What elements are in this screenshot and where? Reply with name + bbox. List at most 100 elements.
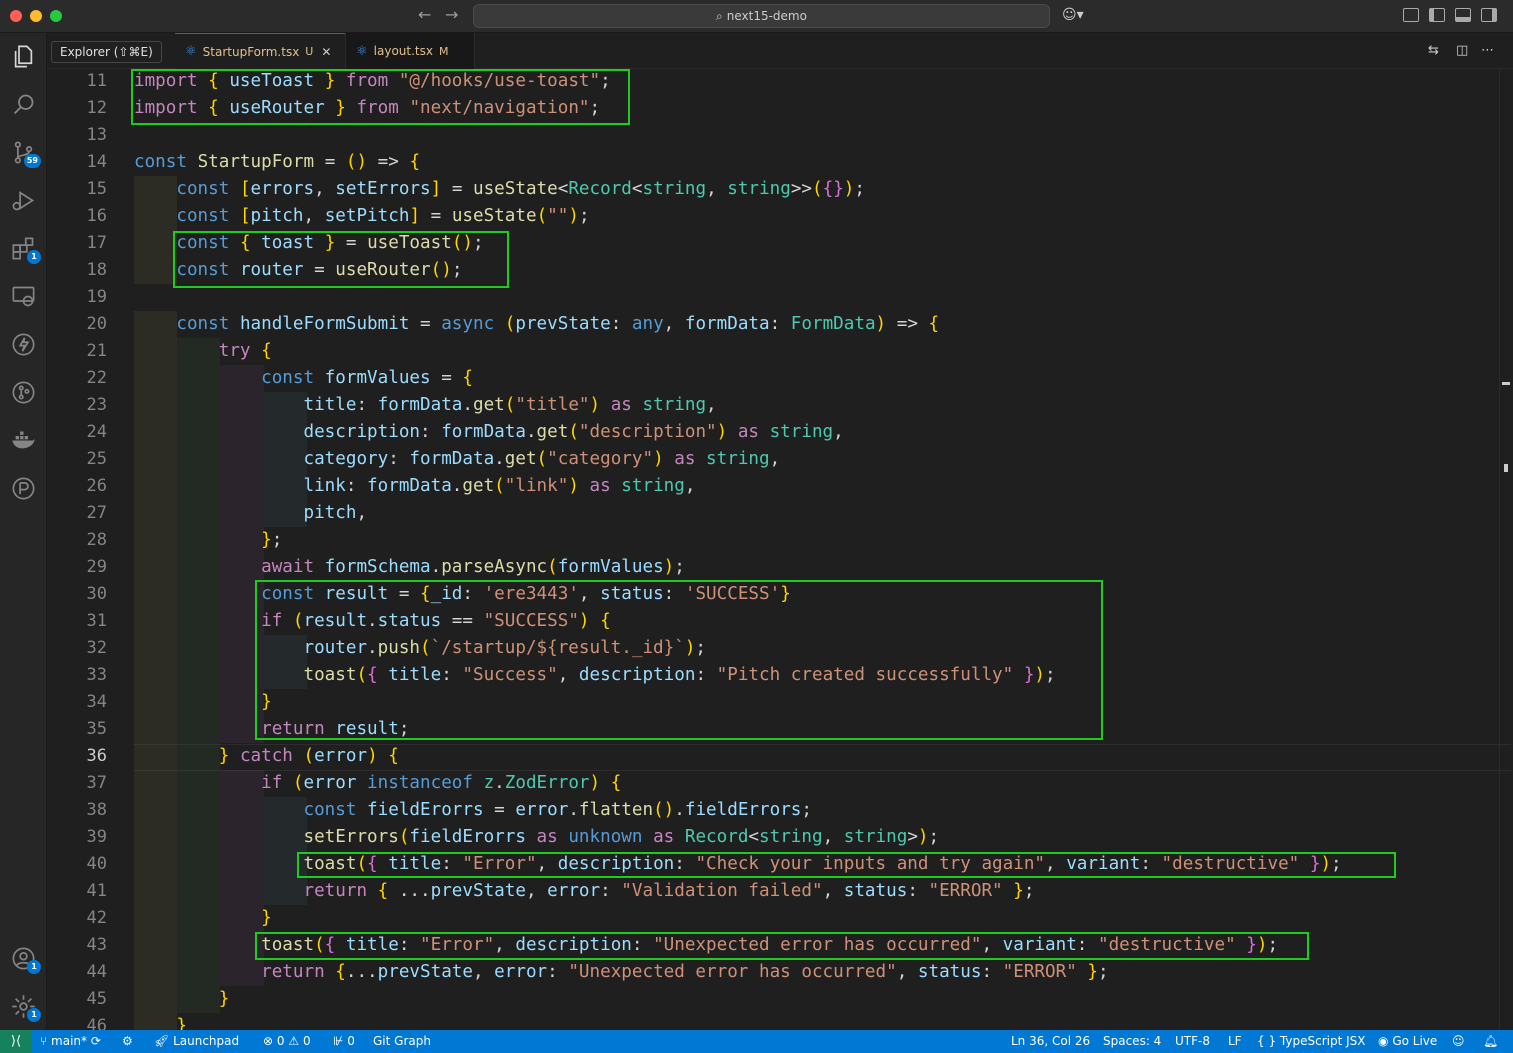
account-icon[interactable]: 1: [10, 945, 41, 974]
run-debug-icon[interactable]: [10, 187, 37, 214]
error-count: 0: [276, 1034, 285, 1048]
line-number: 32: [86, 638, 107, 658]
react-icon: ⚛: [356, 43, 368, 59]
split-editor-icon[interactable]: ◫: [1456, 43, 1468, 58]
minimize-window-button[interactable]: [30, 10, 42, 22]
tab-status-modified: M: [438, 44, 449, 58]
code-editor[interactable]: 11 12 13 14 15 16 17 18 19 20 21 22 23 24 25 26 27 28 29 30…: [47, 69, 1513, 1030]
line-number: 17: [86, 233, 107, 253]
line-number: 42: [86, 908, 107, 928]
code-line: pitch,: [303, 503, 368, 523]
code-line: title: formData.get("title") as string,: [303, 395, 717, 415]
toggle-panel-icon[interactable]: [1455, 8, 1471, 22]
highlight-box-error-toast: [255, 932, 1309, 960]
lightning-icon[interactable]: [10, 331, 37, 358]
line-number: 24: [86, 422, 107, 442]
activity-bar: 59 1 1 1: [0, 33, 47, 1030]
toggle-secondary-sidebar-icon[interactable]: [1481, 8, 1497, 22]
vertical-scrollbar[interactable]: [1499, 69, 1513, 1030]
extensions-icon[interactable]: 1: [10, 235, 41, 264]
copilot-status-icon[interactable]: ☺: [1452, 1030, 1465, 1053]
code-line: }: [176, 1016, 187, 1030]
highlight-box-imports: [131, 69, 630, 125]
remote-explorer-icon[interactable]: [10, 283, 37, 310]
line-number: 20: [86, 314, 107, 334]
toggle-primary-sidebar-icon[interactable]: [1429, 8, 1445, 22]
line-number: 29: [86, 557, 107, 577]
end-of-line[interactable]: LF: [1228, 1030, 1242, 1053]
customize-layout-icon[interactable]: [1403, 8, 1419, 22]
language-mode[interactable]: { } TypeScript JSX: [1257, 1030, 1365, 1053]
line-number: 25: [86, 449, 107, 469]
code-line: }: [261, 908, 272, 928]
ports-indicator[interactable]: ⊮ 0: [333, 1030, 355, 1053]
language-label: TypeScript JSX: [1279, 1034, 1366, 1048]
tab-status-untracked: U: [305, 45, 314, 58]
code-line: const handleFormSubmit = async (prevStat…: [176, 314, 940, 334]
code-line: } catch (error) {: [218, 746, 399, 766]
gitlens-icon[interactable]: ⚙: [122, 1030, 133, 1053]
encoding[interactable]: UTF-8: [1175, 1030, 1210, 1053]
scrollbar-marker: [1502, 382, 1510, 385]
timeline-icon[interactable]: [10, 475, 37, 502]
status-bar: ⟩⟨ ⑂ main* ⟳ ⚙ 🚀︎ Launchpad ⊗ 0 ⚠ 0 ⊮ 0 …: [0, 1030, 1513, 1053]
tab-startupform[interactable]: ⚛ StartupForm.tsx U ✕: [175, 33, 345, 69]
line-number: 23: [86, 395, 107, 415]
line-number: 41: [86, 881, 107, 901]
warning-count: 0: [302, 1034, 311, 1048]
back-arrow-icon[interactable]: ←: [418, 5, 431, 24]
line-number: 30: [86, 584, 107, 604]
search-icon[interactable]: [10, 91, 37, 118]
source-control-icon[interactable]: 59: [10, 139, 41, 168]
launchpad-item[interactable]: 🚀︎ Launchpad: [154, 1030, 239, 1053]
line-number: 46: [86, 1016, 107, 1030]
git-graph-icon[interactable]: [10, 379, 37, 406]
close-icon[interactable]: ✕: [321, 45, 331, 59]
line-number: 34: [86, 692, 107, 712]
settings-gear-icon[interactable]: 1: [10, 993, 41, 1022]
open-changes-icon[interactable]: ⇆: [1428, 43, 1439, 58]
files-icon[interactable]: [10, 43, 37, 70]
cursor-position[interactable]: Ln 36, Col 26: [1011, 1030, 1090, 1053]
docker-icon[interactable]: [10, 427, 37, 454]
code-line: };: [261, 530, 283, 550]
braces-icon: { }: [1257, 1034, 1277, 1048]
go-live-button[interactable]: ◉ Go Live: [1378, 1030, 1437, 1053]
forward-arrow-icon[interactable]: →: [445, 5, 458, 24]
code-line: return {...prevState, error: "Unexpected…: [261, 962, 1109, 982]
ports-icon: ⊮: [333, 1034, 344, 1048]
maximize-window-button[interactable]: [50, 10, 62, 22]
line-number: 33: [86, 665, 107, 685]
line-number: 21: [86, 341, 107, 361]
line-number: 19: [86, 287, 107, 307]
code-line: description: formData.get("description")…: [303, 422, 844, 442]
indentation[interactable]: Spaces: 4: [1103, 1030, 1161, 1053]
code-line: setErrors(fieldErorrs as unknown as Reco…: [303, 827, 940, 847]
more-actions-icon[interactable]: ⋯: [1481, 43, 1494, 58]
line-number: 15: [86, 179, 107, 199]
code-line: link: formData.get("link") as string,: [303, 476, 696, 496]
settings-badge: 1: [27, 1008, 41, 1022]
source-control-badge: 59: [23, 154, 41, 168]
notifications-bell-icon[interactable]: 🔔︎: [1483, 1030, 1498, 1053]
line-number: 38: [86, 800, 107, 820]
tab-layout[interactable]: ⚛ layout.tsx M: [345, 33, 475, 69]
editor-tab-bar: Explorer (⇧⌘E) ⚛ StartupForm.tsx U ✕ ⚛ l…: [47, 33, 1513, 69]
remote-indicator-icon[interactable]: ⟩⟨: [0, 1030, 32, 1053]
branch-indicator[interactable]: ⑂ main* ⟳: [40, 1030, 101, 1053]
code-line: return { ...prevState, error: "Validatio…: [303, 881, 1035, 901]
line-number: 14: [86, 152, 107, 172]
git-graph-status[interactable]: Git Graph: [373, 1030, 431, 1053]
title-bar: ← → ⌕ next15-demo ☺▾: [0, 0, 1513, 33]
copilot-icon[interactable]: ☺▾: [1062, 7, 1084, 23]
code-line: try {: [218, 341, 272, 361]
close-window-button[interactable]: [10, 10, 22, 22]
react-icon: ⚛: [185, 44, 197, 59]
command-center-search[interactable]: ⌕ next15-demo: [473, 4, 1050, 28]
code-line: category: formData.get("category") as st…: [303, 449, 781, 469]
line-number: 18: [86, 260, 107, 280]
sync-icon: ⟳: [90, 1034, 101, 1048]
problems-indicator[interactable]: ⊗ 0 ⚠ 0: [263, 1030, 311, 1053]
code-line: }: [261, 692, 272, 712]
line-number: 27: [86, 503, 107, 523]
